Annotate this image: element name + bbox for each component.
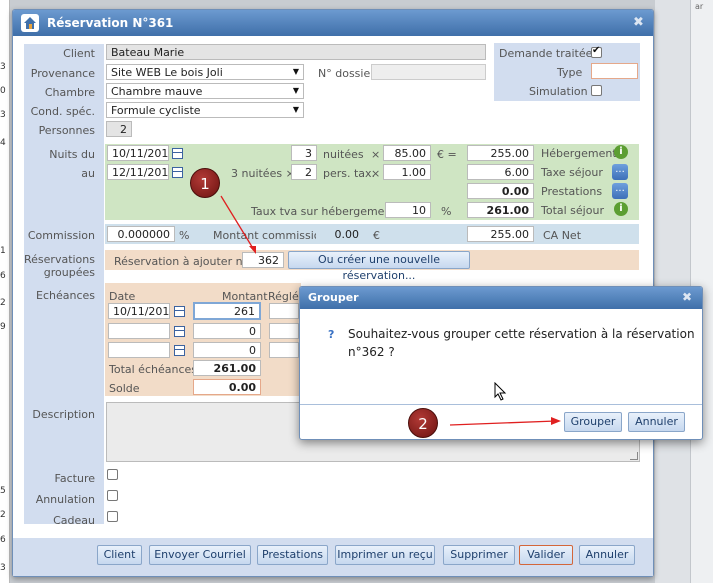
annotation-arrows xyxy=(220,195,561,426)
annotation-marker-2: 2 xyxy=(408,408,438,438)
annotation-marker-1: 1 xyxy=(190,168,220,198)
mouse-cursor-icon xyxy=(494,382,507,401)
